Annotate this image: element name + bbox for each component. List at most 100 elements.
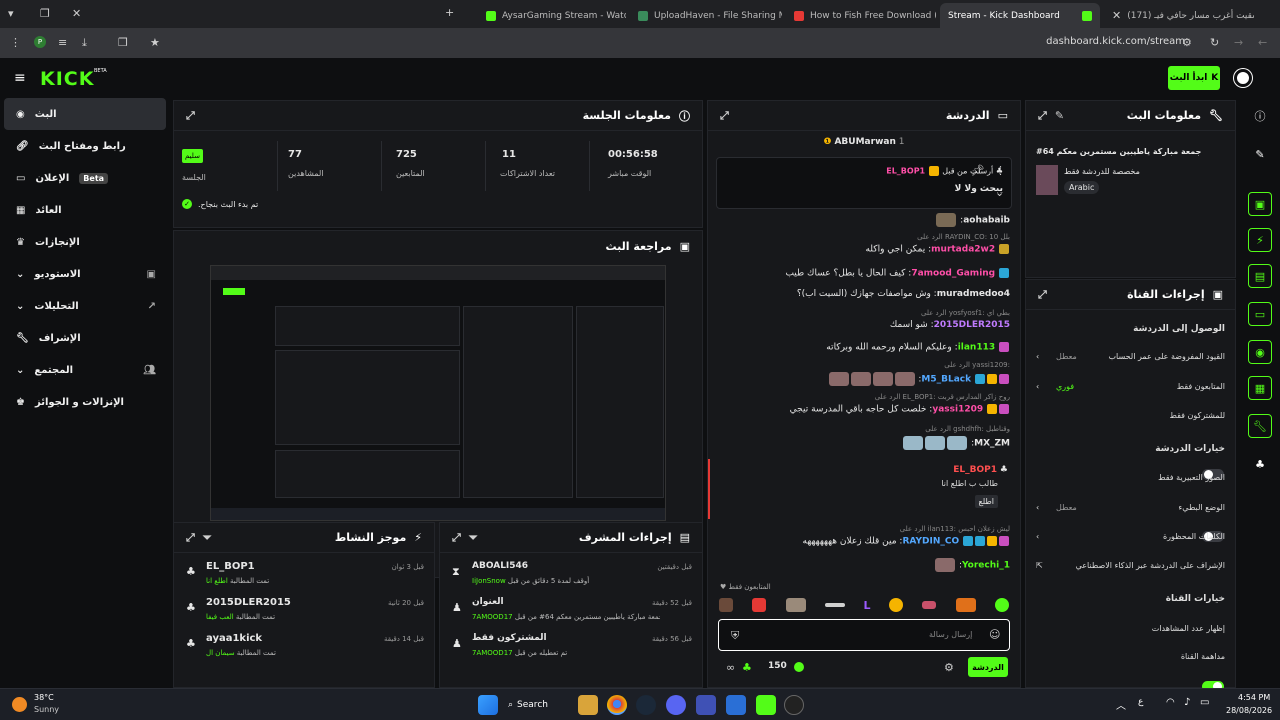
send-chat-button[interactable]: الدردشة xyxy=(968,657,1008,677)
shield-icon[interactable]: ⛨ xyxy=(731,629,739,643)
new-tab-icon[interactable]: + xyxy=(445,6,454,19)
expand-icon[interactable]: ⤢ xyxy=(186,109,195,123)
emoji-icon[interactable]: ☺ xyxy=(989,628,1000,641)
chat-user[interactable]: EL_BOP1 xyxy=(953,465,997,475)
stream-category[interactable]: مخصصة للدردشة فقط xyxy=(1064,167,1140,176)
activity-user[interactable]: 2015DLER2015 xyxy=(206,597,291,608)
sidebar-item-achievements[interactable]: ♛ الإنجازات xyxy=(0,226,170,258)
file-explorer-icon[interactable] xyxy=(578,695,598,715)
go-live-button[interactable]: ابدأ البث K xyxy=(1168,66,1220,90)
expand-icon[interactable]: ⤢ xyxy=(452,531,461,545)
browser-tab[interactable]: AysarGaming Stream - Watch L xyxy=(478,3,626,28)
video-app-icon[interactable] xyxy=(784,695,804,715)
download-icon[interactable]: ⤓ xyxy=(82,36,87,50)
filter-icon[interactable]: ⏷ xyxy=(203,531,212,545)
bookmark-star-icon[interactable]: ★ xyxy=(150,36,160,49)
kick-logo[interactable]: KICK xyxy=(40,68,94,90)
sidebar-item-stream[interactable]: ◉ البث xyxy=(4,98,166,130)
expand-icon[interactable]: ⤢ xyxy=(720,109,729,123)
chat-user[interactable]: Yorechi_1 xyxy=(962,561,1010,571)
lightning-panel-icon[interactable]: ⚡︎ xyxy=(1248,228,1272,252)
chat-user[interactable]: MX_ZM xyxy=(974,439,1010,449)
mod-action-by[interactable]: 7AMOOD17 xyxy=(472,649,513,657)
hamburger-menu-icon[interactable]: ≡ xyxy=(14,70,26,86)
sidebar-item-studio[interactable]: ⌄ الاستوديو ▣ xyxy=(0,258,170,290)
volume-icon[interactable]: ♪ xyxy=(1184,697,1190,708)
clock-time[interactable]: 4:54 PM xyxy=(1238,693,1270,702)
chat-user[interactable]: aohabaib xyxy=(963,216,1010,226)
chat-user[interactable]: 2015DLER2015 xyxy=(934,320,1010,330)
chat-user[interactable]: murtada2w2 xyxy=(931,245,995,255)
extensions-puzzle-icon[interactable]: ❒ xyxy=(118,36,128,49)
chat-user[interactable]: RAYDIN_CO xyxy=(902,537,959,547)
input-language[interactable]: ع xyxy=(1138,697,1143,707)
channel-panel-icon[interactable]: ▦ xyxy=(1248,376,1272,400)
chat-input[interactable]: ⛨ إرسال رسالة ☺ xyxy=(718,619,1010,651)
clock-date[interactable]: 28/08/2026 xyxy=(1226,706,1272,715)
setting-slow-mode[interactable]: الوضع البطيء معطل › xyxy=(1036,503,1225,512)
restore-window-icon[interactable]: ❐ xyxy=(40,7,50,20)
filter-icon[interactable]: ⏷ xyxy=(469,531,478,545)
emote-icon[interactable] xyxy=(955,598,976,612)
category-thumbnail[interactable] xyxy=(1036,165,1058,195)
gear-icon[interactable]: ⚙ xyxy=(944,661,954,674)
expand-icon[interactable]: ⤢ xyxy=(186,531,195,545)
site-settings-icon[interactable]: ⚙ xyxy=(1182,36,1192,49)
emote-icon[interactable] xyxy=(994,598,1009,612)
pinned-user[interactable]: EL_BOP1 xyxy=(886,167,925,176)
sidebar-item-ads[interactable]: ▭ الإعلان Beta xyxy=(0,162,170,194)
battery-icon[interactable]: ▭ xyxy=(1200,697,1209,708)
discord-icon[interactable] xyxy=(666,695,686,715)
infinity-icon[interactable]: ∞ xyxy=(726,661,735,674)
close-tab-icon[interactable]: ✕ xyxy=(1112,9,1121,22)
channel-points[interactable]: 150 xyxy=(768,661,787,671)
emote-icon[interactable] xyxy=(888,598,903,612)
taskbar-search[interactable]: ⌕ Search xyxy=(508,695,570,715)
emote-icon[interactable] xyxy=(825,603,846,607)
extension-icon[interactable]: P xyxy=(34,36,46,48)
sidebar-item-stream-key[interactable]: 🔗︎ رابط ومفتاح البث xyxy=(0,130,170,162)
mod-action-by[interactable]: 7AMOOD17 xyxy=(472,613,513,621)
emote-icon[interactable] xyxy=(922,601,937,609)
user-avatar[interactable] xyxy=(1234,69,1252,87)
edit-icon[interactable]: ✎ xyxy=(1055,109,1064,122)
setting-ai-moderation[interactable]: الإشراف على الدردشة عبر الذكاء الاصطناعي… xyxy=(1036,561,1225,570)
chat-user[interactable]: ilan113 xyxy=(958,343,995,353)
session-panel-icon[interactable]: ◉ xyxy=(1248,340,1272,364)
weather-sun-icon[interactable] xyxy=(12,697,27,712)
app-icon[interactable] xyxy=(726,695,746,715)
browser-tab-active[interactable]: Stream - Kick Dashboard xyxy=(940,3,1100,28)
chat-user[interactable]: muradmedoo4 xyxy=(937,289,1010,299)
sidebar-item-revenue[interactable]: ▦ العائد xyxy=(0,194,170,226)
wrench-panel-icon[interactable]: 🔧︎ xyxy=(1248,414,1272,438)
sidebar-item-community[interactable]: ⌄ المجتمع 👥︎ xyxy=(0,354,170,386)
emote-icon[interactable] xyxy=(719,598,733,612)
emote-icon[interactable] xyxy=(752,598,767,612)
sliders-icon[interactable]: ≡ xyxy=(58,36,67,49)
sidebar-item-drops[interactable]: ♚ الإنزالات و الجوائز xyxy=(0,386,170,418)
activity-user[interactable]: ayaa1kick xyxy=(206,633,262,644)
tab-search-icon[interactable]: ▾ xyxy=(8,7,14,20)
back-icon[interactable]: → xyxy=(1234,36,1243,49)
close-window-icon[interactable]: ✕ xyxy=(72,7,81,20)
activity-user[interactable]: EL_BOP1 xyxy=(206,561,255,572)
emote-icon[interactable] xyxy=(785,598,806,612)
edit-icon[interactable]: ✎ xyxy=(1248,142,1272,166)
expand-icon[interactable]: ⤢ xyxy=(1038,288,1047,302)
setting-followers-only[interactable]: المتابعون فقط فوري › xyxy=(1036,382,1225,391)
start-windows-icon[interactable] xyxy=(478,695,498,715)
chat-user[interactable]: M5_BLack xyxy=(921,375,971,385)
chrome-icon[interactable] xyxy=(607,695,627,715)
sidebar-item-moderation[interactable]: 🔧︎ الإشراف xyxy=(0,322,170,354)
community-panel-icon[interactable]: ♣ xyxy=(1248,452,1272,476)
unpin-icon[interactable]: 📌︎ xyxy=(971,164,985,177)
browser-tab[interactable]: ✕ (171) سقيت أغرب مسار حافي فيـ xyxy=(1104,3,1254,28)
sidebar-item-analytics[interactable]: ⌄ التحليلات ↗ xyxy=(0,290,170,322)
app-icon[interactable] xyxy=(696,695,716,715)
chat-panel-icon[interactable]: ▭ xyxy=(1248,302,1272,326)
expand-icon[interactable]: ⤢ xyxy=(1038,109,1047,123)
kick-app-icon[interactable] xyxy=(756,695,776,715)
chat-user[interactable]: yassi1209 xyxy=(932,405,983,415)
mod-action-by[interactable]: IiJonSnow xyxy=(472,577,506,585)
browser-tab[interactable]: UploadHaven - File Sharing Ma xyxy=(630,3,782,28)
